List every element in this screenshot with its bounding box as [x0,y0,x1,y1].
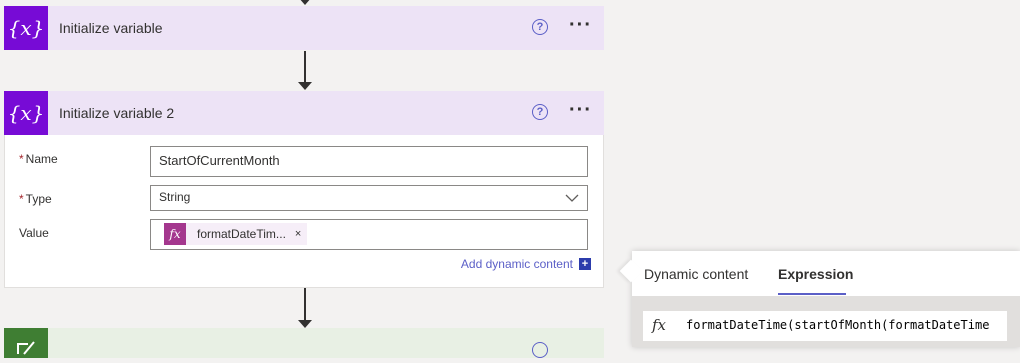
name-input[interactable]: StartOfCurrentMonth [150,146,588,177]
panel-pointer [619,259,643,283]
card-header[interactable]: {x} Initialize variable ? ··· [4,6,604,50]
plus-icon: + [579,258,591,270]
connector-1 [304,51,306,83]
fx-icon: fx [164,223,186,245]
value-label: Value [19,226,49,240]
action-card-initialize-variable[interactable]: {x} Initialize variable ? ··· [4,6,604,50]
arrow-down-icon [298,320,312,328]
fx-icon: fx [652,316,667,334]
action-card-compose[interactable] [4,328,604,358]
arrow-top-icon [298,0,312,5]
more-options-icon[interactable]: ··· [569,14,592,37]
card-title: Initialize variable [59,20,163,36]
active-tab-indicator [778,293,846,295]
connector-2 [304,288,306,322]
tab-dynamic-content[interactable]: Dynamic content [644,266,748,282]
expression-area: fx formatDateTime(startOfMonth(formatDat… [632,296,1020,347]
type-label-text: Type [25,192,52,206]
compose-glyph-icon [17,341,35,355]
name-label-text: Name [25,152,58,166]
value-input[interactable]: fx formatDateTim... × [150,219,588,250]
expression-text: formatDateTime(startOfMonth(formatDateTi… [686,318,990,332]
expression-token[interactable]: fx formatDateTim... × [164,223,308,245]
compose-icon [4,328,48,358]
type-label: * Type [19,192,52,206]
expression-input[interactable]: fx formatDateTime(startOfMonth(formatDat… [643,311,1007,341]
chevron-down-icon [565,194,579,202]
help-icon[interactable]: ? [532,104,548,120]
tab-expression[interactable]: Expression [778,266,853,282]
remove-token-icon[interactable]: × [295,228,301,240]
variable-icon: {x} [4,6,48,50]
required-mark: * [19,192,24,206]
card-header[interactable]: {x} Initialize variable 2 ? ··· [4,91,604,135]
name-label: * Name [19,152,58,166]
type-select-value: String [159,190,191,204]
dynamic-content-panel: Dynamic content Expression fx formatDate… [619,251,1020,347]
help-icon[interactable]: ? [532,19,548,35]
more-options-icon[interactable]: ··· [569,99,592,122]
variable-icon: {x} [4,91,48,135]
help-icon[interactable] [532,342,548,358]
add-dynamic-content-link[interactable]: Add dynamic content + [461,257,591,271]
name-input-value: StartOfCurrentMonth [159,153,280,168]
required-mark: * [19,152,24,166]
type-select[interactable]: String [150,185,588,211]
add-dynamic-content-text: Add dynamic content [460,257,573,271]
token-text: formatDateTim... [197,227,286,241]
card-title: Initialize variable 2 [59,105,175,121]
action-card-initialize-variable-2[interactable]: {x} Initialize variable 2 ? ··· * Name St… [4,91,604,288]
arrow-down-icon [298,82,312,90]
